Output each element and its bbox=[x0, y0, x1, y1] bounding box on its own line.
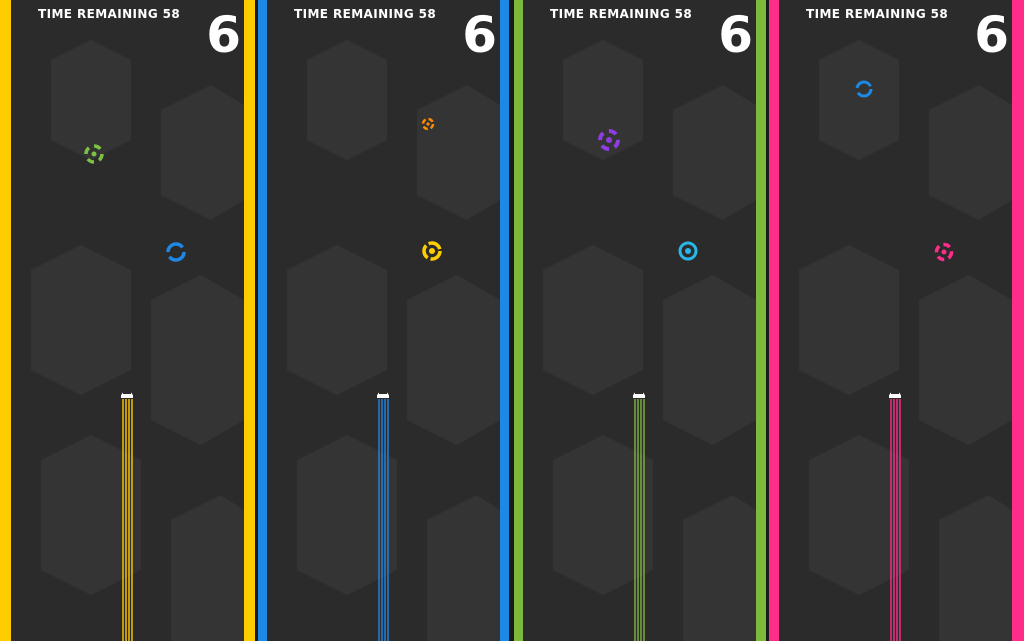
game-screen: TIME REMAINING 58 6 TIME REMAINING 58 6 … bbox=[0, 0, 1024, 641]
bullseye-target[interactable] bbox=[676, 239, 700, 263]
lane-3-right-border bbox=[756, 0, 766, 641]
lane-4[interactable]: TIME REMAINING 58 6 bbox=[779, 0, 1012, 641]
score-counter: 6 bbox=[206, 6, 241, 64]
lane-3-left-border bbox=[514, 0, 523, 641]
lane-1[interactable]: TIME REMAINING 58 6 bbox=[11, 0, 244, 641]
lane-4-left-border bbox=[769, 0, 779, 641]
lane-1-left-border bbox=[0, 0, 11, 641]
time-remaining-label: TIME REMAINING 58 bbox=[550, 7, 693, 21]
lane-2[interactable]: TIME REMAINING 58 6 bbox=[267, 0, 500, 641]
ring-target[interactable] bbox=[853, 78, 875, 100]
launcher[interactable] bbox=[114, 383, 140, 641]
dotted-ring-target[interactable] bbox=[596, 127, 622, 153]
time-remaining-label: TIME REMAINING 58 bbox=[806, 7, 949, 21]
lane-2-right-border bbox=[500, 0, 509, 641]
launcher[interactable] bbox=[882, 383, 908, 641]
score-counter: 6 bbox=[718, 6, 753, 64]
score-counter: 6 bbox=[462, 6, 497, 64]
time-remaining-label: TIME REMAINING 58 bbox=[38, 7, 181, 21]
bullseye-target[interactable] bbox=[420, 239, 444, 263]
lane-3[interactable]: TIME REMAINING 58 6 bbox=[523, 0, 756, 641]
small-dotted-target[interactable] bbox=[420, 116, 436, 132]
lane-4-right-border bbox=[1012, 0, 1024, 641]
ring-target[interactable] bbox=[164, 240, 188, 264]
score-counter: 6 bbox=[974, 6, 1009, 64]
launcher[interactable] bbox=[626, 383, 652, 641]
dotted-ring-target[interactable] bbox=[933, 241, 955, 263]
time-remaining-label: TIME REMAINING 58 bbox=[294, 7, 437, 21]
launcher[interactable] bbox=[370, 383, 396, 641]
lane-1-right-border bbox=[244, 0, 255, 641]
dotted-ring-target[interactable] bbox=[83, 143, 105, 165]
lane-2-left-border bbox=[258, 0, 267, 641]
